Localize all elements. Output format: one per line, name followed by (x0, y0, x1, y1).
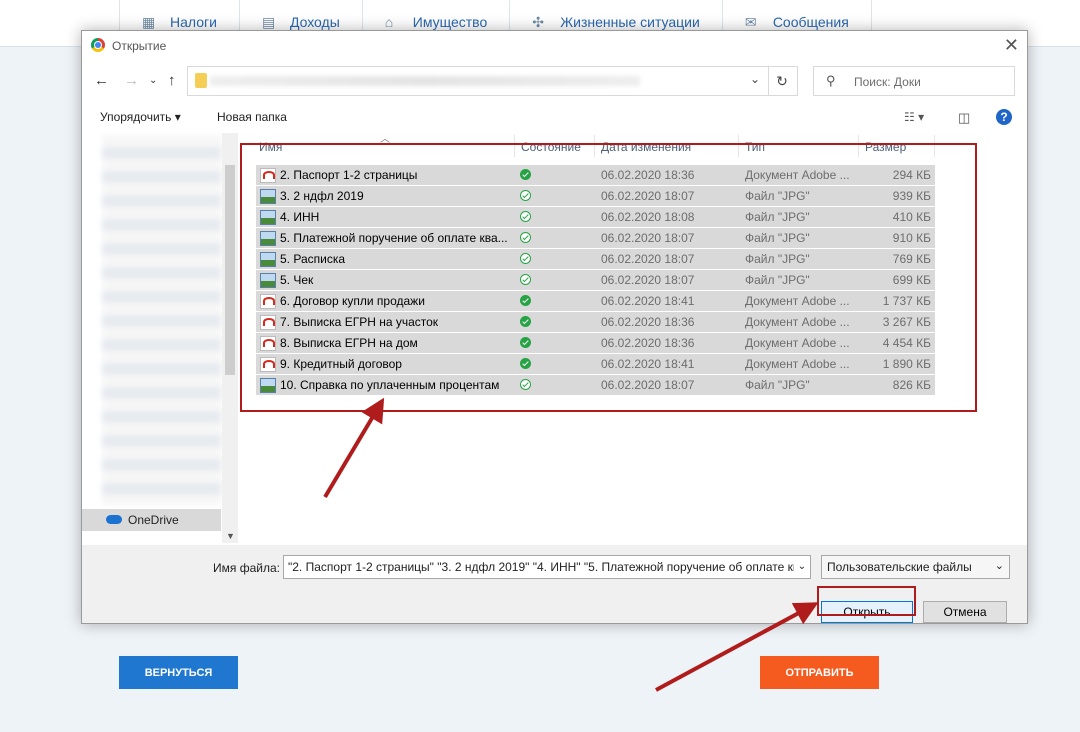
annotation-arrows (323, 397, 819, 692)
annotation-arrow-to-open (655, 602, 819, 692)
annotation-arrow-to-files (323, 397, 385, 499)
